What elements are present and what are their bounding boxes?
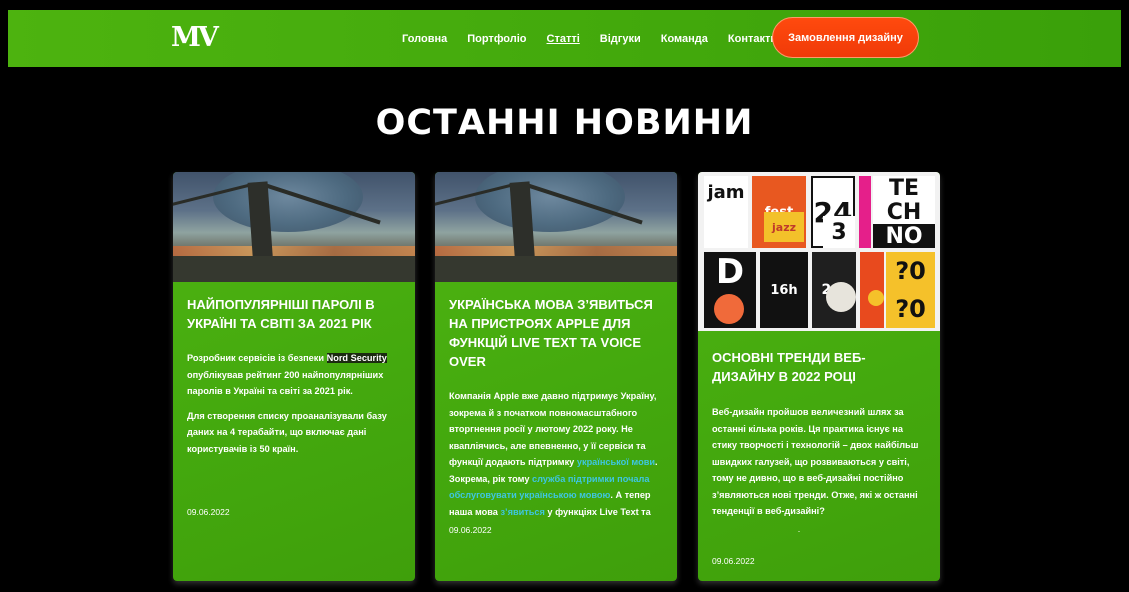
section-title: ОСТАННІ НОВИНИ [375, 103, 754, 143]
site-logo[interactable]: MV [171, 22, 219, 53]
card-excerpt: Веб-дизайн пройшов величезний шлях за ос… [712, 407, 919, 516]
link-ukrainian-language[interactable]: української мови [577, 457, 655, 467]
card-image-forest [173, 172, 415, 282]
card-date: 09.06.2022 [449, 525, 492, 535]
nav-link-reviews[interactable]: Відгуки [600, 33, 641, 45]
nav-link-home[interactable]: Головна [402, 33, 447, 45]
main-nav: Головна Портфоліо Статті Відгуки Команда… [402, 33, 797, 45]
link-will-appear[interactable]: з’явиться [500, 507, 544, 517]
card-image-posters: jam fest jazz 24 3 TE CH NO D 16h 20: ?0… [698, 172, 940, 331]
news-card[interactable]: Українська мова з’явиться на пристроях A… [435, 172, 677, 581]
card-date: 09.06.2022 [712, 556, 755, 566]
order-design-button[interactable]: Замовлення дизайну [772, 17, 919, 58]
nav-link-articles[interactable]: Статті [547, 33, 580, 45]
nav-link-contacts[interactable]: Контакти [728, 33, 777, 45]
stray-dot: . [797, 523, 801, 534]
news-card[interactable]: Найпопулярніші паролі в Україні та світі… [173, 172, 415, 581]
card-title[interactable]: Основні тренди веб-дизайну в 2022 році [712, 348, 926, 386]
nav-link-team[interactable]: Команда [661, 33, 708, 45]
highlight-text: Nord Security [326, 353, 387, 363]
card-title[interactable]: Українська мова з’явиться на пристроях A… [449, 295, 663, 371]
news-card[interactable]: jam fest jazz 24 3 TE CH NO D 16h 20: ?0… [698, 172, 940, 581]
card-title[interactable]: Найпопулярніші паролі в Україні та світі… [187, 295, 401, 333]
top-navigation-bar: MV Головна Портфоліо Статті Відгуки Кома… [8, 10, 1121, 67]
nav-link-portfolio[interactable]: Портфоліо [467, 33, 526, 45]
card-date: 09.06.2022 [187, 507, 230, 517]
page-frame: MV Головна Портфоліо Статті Відгуки Кома… [8, 10, 1121, 592]
card-image-forest [435, 172, 677, 282]
card-excerpt: Розробник сервісів із безпеки Nord Secur… [187, 353, 387, 454]
card-excerpt: Компанія Apple вже давно підтримує Украї… [449, 391, 658, 517]
